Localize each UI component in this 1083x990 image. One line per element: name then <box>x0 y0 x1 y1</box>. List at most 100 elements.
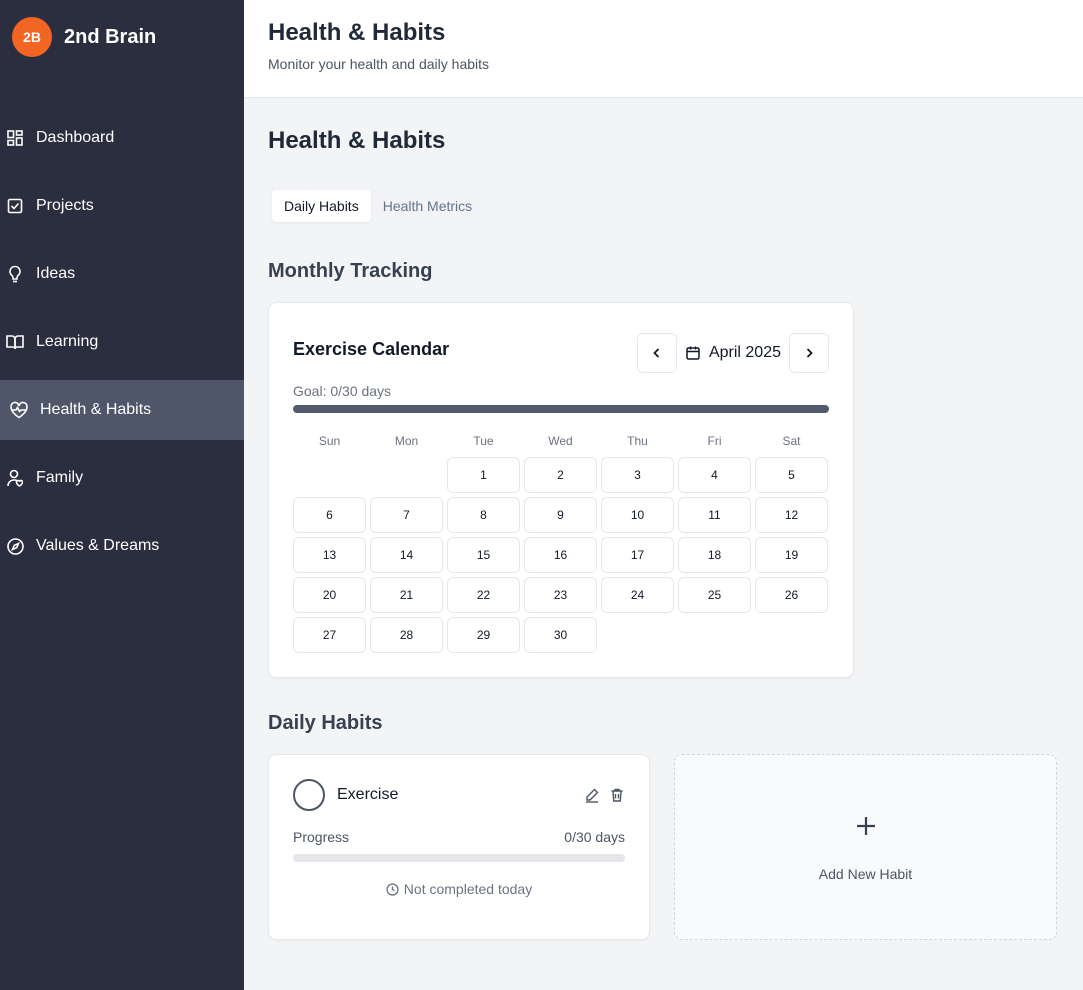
calendar-day[interactable]: 19 <box>755 537 828 573</box>
daily-habits-title: Daily Habits <box>268 712 383 734</box>
calendar-day[interactable]: 20 <box>293 577 366 613</box>
plus-icon <box>675 815 1056 837</box>
pencil-icon <box>586 788 599 803</box>
calendar-day[interactable]: 15 <box>447 537 520 573</box>
progress-count: 0/30 days <box>564 829 625 845</box>
calendar-day[interactable]: 17 <box>601 537 674 573</box>
habit-card: Exercise Progress 0/30 days Not complete… <box>268 754 650 940</box>
calendar-grid: Sun Mon Tue Wed Thu Fri Sat 1 2 3 4 5 6 7 8 9 10 11 12 13 14… <box>293 433 829 657</box>
sidebar-item-learning[interactable]: Learning <box>0 312 244 372</box>
chevron-right-icon <box>806 348 813 358</box>
calendar-day[interactable]: 4 <box>678 457 751 493</box>
calendar-day[interactable]: 9 <box>524 497 597 533</box>
calendar-day[interactable]: 8 <box>447 497 520 533</box>
goal-progress-bar <box>293 405 829 413</box>
weekday-header: Thu <box>627 434 648 448</box>
goal-text: Goal: 0/30 days <box>293 383 392 399</box>
calendar-day[interactable]: 23 <box>524 577 597 613</box>
progress-label: Progress <box>293 829 350 845</box>
monthly-tracking-title: Monthly Tracking <box>268 260 433 282</box>
sidebar-item-family[interactable]: Family <box>0 448 244 508</box>
weekday-header: Tue <box>473 434 494 448</box>
sidebar-item-label: Ideas <box>36 265 76 282</box>
lightbulb-icon <box>6 265 24 283</box>
header-subtitle: Monitor your health and daily habits <box>268 56 490 72</box>
dashboard-icon <box>6 129 24 147</box>
calendar-day[interactable]: 1 <box>447 457 520 493</box>
tab-daily-habits[interactable]: Daily Habits <box>272 190 371 222</box>
calendar-day[interactable]: 2 <box>524 457 597 493</box>
brand-logo: 2B <box>12 17 52 57</box>
calendar-day[interactable]: 11 <box>678 497 751 533</box>
calendar-day[interactable]: 3 <box>601 457 674 493</box>
calendar-day[interactable]: 27 <box>293 617 366 653</box>
book-open-icon <box>6 333 24 351</box>
month-label: April 2025 <box>685 344 781 362</box>
goal-progress-fill <box>293 405 829 413</box>
calendar-day[interactable]: 25 <box>678 577 751 613</box>
compass-icon <box>6 537 24 555</box>
page-header: Health & Habits Monitor your health and … <box>244 0 1083 98</box>
heart-pulse-icon <box>9 401 29 419</box>
habit-status: Not completed today <box>269 881 649 897</box>
calendar-day[interactable]: 26 <box>755 577 828 613</box>
brand-name: 2nd Brain <box>64 25 157 48</box>
clock-icon <box>386 882 399 896</box>
calendar-day[interactable]: 13 <box>293 537 366 573</box>
calendar-day[interactable]: 21 <box>370 577 443 613</box>
habit-status-text: Not completed today <box>403 881 533 897</box>
calendar-day[interactable]: 18 <box>678 537 751 573</box>
sidebar-item-label: Values & Dreams <box>36 537 160 554</box>
weekday-header: Sat <box>782 434 801 448</box>
weekday-header: Mon <box>394 434 419 448</box>
calendar-day[interactable]: 12 <box>755 497 828 533</box>
sidebar-item-dashboard[interactable]: Dashboard <box>0 108 244 168</box>
habit-actions <box>575 787 625 803</box>
tab-list: Daily Habits Health Metrics <box>268 188 489 224</box>
calendar-day[interactable]: 5 <box>755 457 828 493</box>
user-heart-icon <box>6 469 24 487</box>
trash-icon <box>611 788 623 802</box>
calendar-day[interactable]: 22 <box>447 577 520 613</box>
sidebar-item-label: Projects <box>36 197 94 214</box>
calendar-day[interactable]: 24 <box>601 577 674 613</box>
month-navigation: April 2025 <box>636 333 829 373</box>
habit-progress-bar <box>293 854 625 862</box>
prev-month-button[interactable] <box>636 333 677 373</box>
calendar-day[interactable]: 14 <box>370 537 443 573</box>
calendar-day[interactable]: 30 <box>524 617 597 653</box>
habit-complete-toggle[interactable] <box>293 779 325 811</box>
calendar-day[interactable]: 28 <box>370 617 443 653</box>
edit-habit-button[interactable] <box>584 787 600 803</box>
calendar-day[interactable]: 7 <box>370 497 443 533</box>
sidebar-item-projects[interactable]: Projects <box>0 176 244 236</box>
sidebar-item-health-habits[interactable]: Health & Habits <box>0 380 244 440</box>
delete-habit-button[interactable] <box>609 787 625 803</box>
add-new-habit-label: Add New Habit <box>818 866 913 882</box>
sidebar-item-label: Health & Habits <box>40 401 152 418</box>
sidebar-item-label: Dashboard <box>36 129 115 146</box>
check-square-icon <box>6 197 24 215</box>
sidebar-item-label: Family <box>36 469 84 486</box>
tab-health-metrics[interactable]: Health Metrics <box>371 190 484 222</box>
calendar-icon <box>685 345 701 361</box>
sidebar-item-label: Learning <box>36 333 99 350</box>
add-new-habit-card[interactable]: Add New Habit <box>674 754 1057 940</box>
weekday-header: Wed <box>548 434 573 448</box>
calendar-day[interactable]: 29 <box>447 617 520 653</box>
month-label-text: April 2025 <box>708 344 781 361</box>
sidebar-item-values-dreams[interactable]: Values & Dreams <box>0 516 244 576</box>
chevron-left-icon <box>653 348 660 358</box>
calendar-day[interactable]: 10 <box>601 497 674 533</box>
sidebar: 2B 2nd Brain Dashboard Projects Ideas Le… <box>0 0 244 990</box>
brand[interactable]: 2B 2nd Brain <box>12 17 156 57</box>
exercise-calendar-card: Exercise Calendar April 2025 Goal: 0/30 … <box>268 302 854 678</box>
calendar-day[interactable]: 16 <box>524 537 597 573</box>
calendar-day[interactable]: 6 <box>293 497 366 533</box>
calendar-empty-cell <box>293 457 366 493</box>
sidebar-item-ideas[interactable]: Ideas <box>0 244 244 304</box>
habit-name: Exercise <box>337 786 399 803</box>
weekday-header: Fri <box>707 434 722 448</box>
next-month-button[interactable] <box>789 333 829 373</box>
header-title: Health & Habits <box>268 19 446 46</box>
